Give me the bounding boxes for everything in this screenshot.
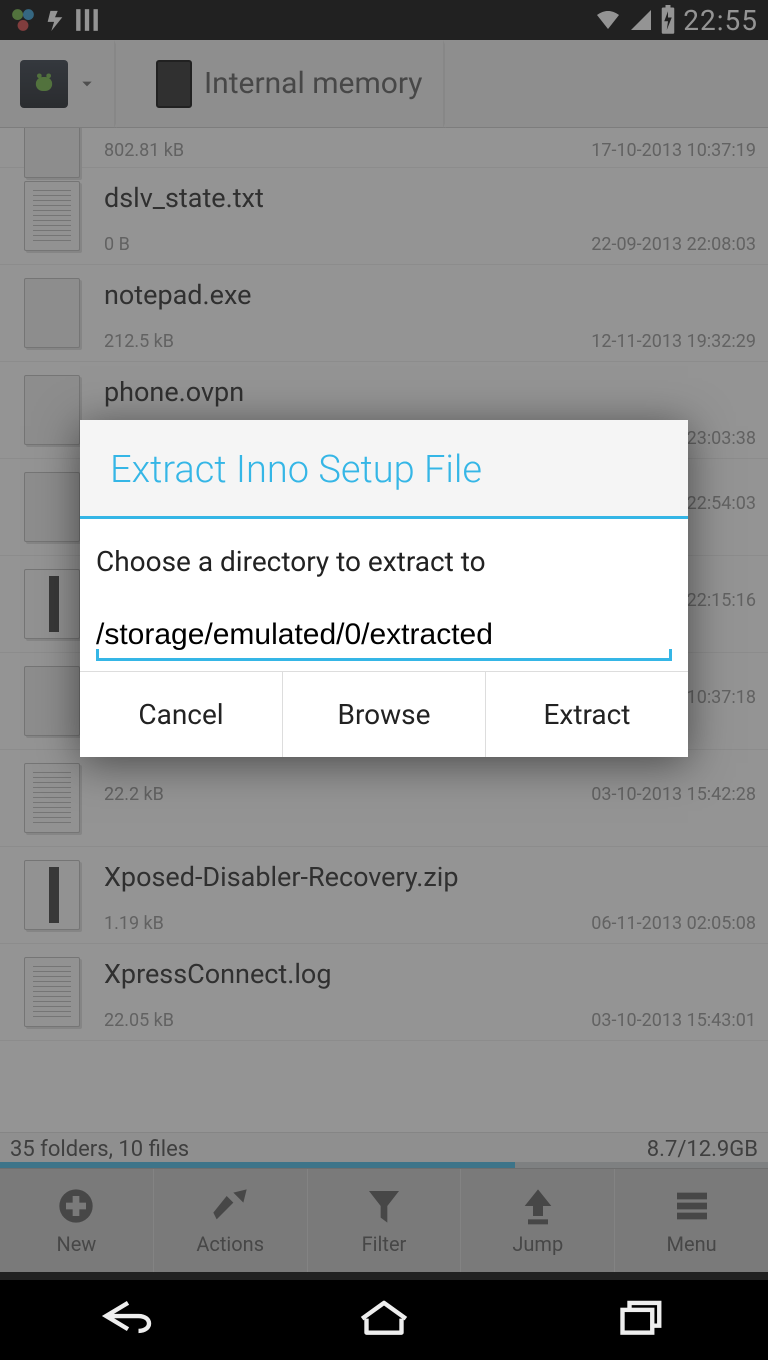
cancel-button[interactable]: Cancel bbox=[80, 672, 283, 757]
home-icon[interactable] bbox=[349, 1291, 419, 1341]
dialog-message: Choose a directory to extract to bbox=[96, 545, 672, 578]
browse-button[interactable]: Browse bbox=[283, 672, 486, 757]
extract-button[interactable]: Extract bbox=[486, 672, 688, 757]
back-icon[interactable] bbox=[93, 1291, 163, 1341]
recent-apps-icon[interactable] bbox=[605, 1291, 675, 1341]
dialog-title: Extract Inno Setup File bbox=[80, 420, 688, 519]
extract-path-input[interactable] bbox=[96, 614, 672, 661]
nav-bar bbox=[0, 1272, 768, 1360]
extract-dialog: Extract Inno Setup File Choose a directo… bbox=[80, 420, 688, 757]
